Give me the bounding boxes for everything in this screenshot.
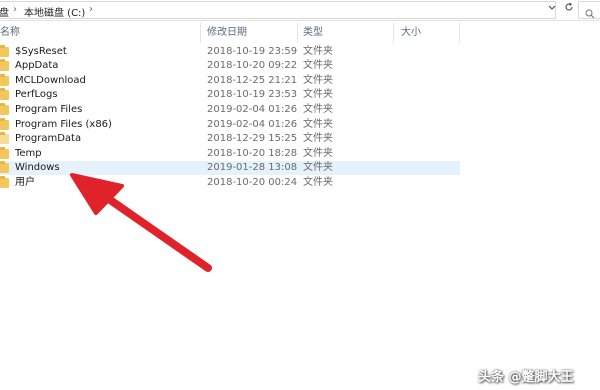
watermark: 头条 @蹩脚大王 <box>478 370 574 385</box>
red-arrow-annotation <box>70 173 212 272</box>
